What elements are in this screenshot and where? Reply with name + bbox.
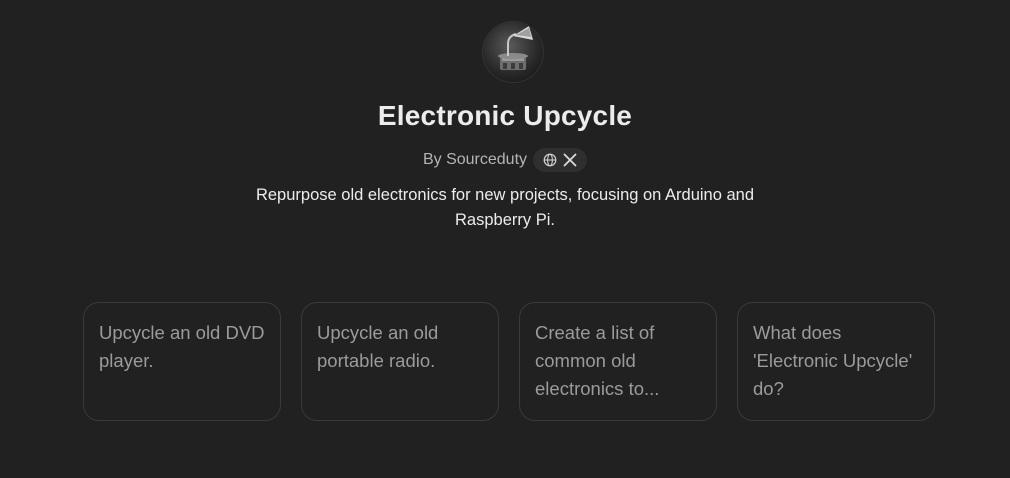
author-name: By Sourceduty bbox=[422, 151, 528, 168]
conversation-starters: Upcycle an old DVD player. Upcycle an ol… bbox=[83, 302, 935, 421]
starter-card[interactable]: Create a list of common old electronics … bbox=[519, 302, 717, 421]
gramophone-icon bbox=[483, 22, 543, 82]
byline: By Sourceduty bbox=[0, 148, 1010, 172]
globe-icon[interactable] bbox=[543, 153, 557, 167]
x-logo-icon[interactable] bbox=[563, 153, 577, 167]
social-links bbox=[533, 148, 588, 172]
gpt-title: Electronic Upcycle bbox=[377, 100, 633, 131]
starter-card[interactable]: Upcycle an old DVD player. bbox=[83, 302, 281, 421]
starter-card[interactable]: What does 'Electronic Upcycle' do? bbox=[737, 302, 935, 421]
gpt-description: Repurpose old electronics for new projec… bbox=[255, 186, 755, 229]
gpt-landing: Electronic Upcycle By Sourceduty Repurpo… bbox=[0, 0, 1010, 478]
starter-card[interactable]: Upcycle an old portable radio. bbox=[301, 302, 499, 421]
